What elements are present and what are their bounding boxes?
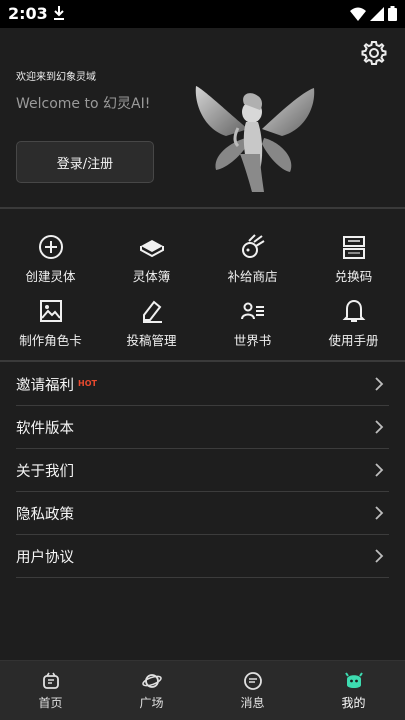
tab-label: 我的 [341, 696, 366, 710]
tab-label: 消息 [240, 696, 265, 710]
bell-icon [342, 299, 365, 322]
grid-item-world-book[interactable]: 世界书 [202, 292, 303, 352]
grid-item-make-character-card[interactable]: 制作角色卡 [0, 292, 101, 352]
chevron-right-icon [375, 377, 384, 391]
fairy-illustration [195, 86, 315, 192]
battery-icon [388, 6, 397, 21]
tab-home[interactable]: 首页 [0, 661, 101, 720]
menu-item-label: 用户协议 [16, 549, 74, 566]
grid-label: 制作角色卡 [19, 333, 82, 348]
menu-item-label: 隐私政策 [16, 506, 74, 523]
status-bar: 2:03 [0, 0, 405, 28]
settings-menu: 邀请福利 HOT 软件版本 关于我们 隐私政策 用户协议 [16, 363, 389, 578]
bottom-tab-bar: 首页 广场 消息 我的 [0, 660, 405, 720]
login-register-button[interactable]: 登录/注册 [16, 141, 154, 183]
profile-screen: 欢迎来到幻象灵域 Welcome to 幻灵AI! 登录/注册 创建灵体 灵体簿… [0, 28, 405, 720]
grid-label: 兑换码 [334, 269, 373, 284]
tab-square[interactable]: 广场 [101, 661, 202, 720]
menu-item-user-agreement[interactable]: 用户协议 [16, 535, 389, 578]
grid-label: 世界书 [233, 333, 272, 348]
grid-item-spirit-book[interactable]: 灵体簿 [101, 228, 202, 288]
edit-pen-icon [142, 300, 162, 323]
comet-icon [241, 234, 265, 258]
mine-face-icon [344, 672, 363, 688]
grid-item-supply-shop[interactable]: 补给商店 [202, 228, 303, 288]
book-stack-icon [139, 240, 164, 258]
menu-item-about-us[interactable]: 关于我们 [16, 449, 389, 492]
chevron-right-icon [375, 420, 384, 434]
grid-label: 补给商店 [227, 269, 278, 284]
planet-icon [141, 674, 162, 688]
message-icon [243, 672, 262, 690]
menu-item-label: 关于我们 [16, 463, 74, 480]
menu-item-label: 邀请福利 [16, 377, 74, 394]
tab-label: 首页 [38, 696, 63, 710]
status-time: 2:03 [8, 4, 48, 23]
section-divider [0, 207, 405, 209]
grid-label: 使用手册 [328, 333, 379, 348]
home-icon [42, 672, 59, 689]
plus-circle-icon [38, 235, 63, 259]
menu-item-privacy-policy[interactable]: 隐私政策 [16, 492, 389, 535]
chevron-right-icon [375, 463, 384, 477]
menu-item-invite-rewards[interactable]: 邀请福利 HOT [16, 363, 389, 406]
download-icon [54, 6, 64, 20]
wifi-icon [350, 7, 366, 21]
grid-item-submission-management[interactable]: 投稿管理 [101, 292, 202, 352]
gear-icon[interactable] [361, 40, 387, 66]
chevron-right-icon [375, 506, 384, 520]
grid-item-redeem-code[interactable]: 兑换码 [303, 228, 404, 288]
grid-item-create-spirit[interactable]: 创建灵体 [0, 228, 101, 288]
image-icon [39, 300, 62, 322]
grid-label: 投稿管理 [126, 333, 177, 348]
tab-mine[interactable]: 我的 [303, 661, 404, 720]
person-list-icon [240, 302, 264, 320]
section-divider [0, 360, 405, 362]
redeem-code-icon [342, 236, 365, 259]
welcome-subtitle: 欢迎来到幻象灵域 [16, 72, 96, 83]
chevron-right-icon [375, 549, 384, 563]
menu-item-label: 软件版本 [16, 420, 74, 437]
menu-item-software-version[interactable]: 软件版本 [16, 406, 389, 449]
hot-badge: HOT [78, 378, 97, 388]
status-icons [350, 6, 397, 21]
grid-label: 创建灵体 [25, 269, 76, 284]
grid-item-user-manual[interactable]: 使用手册 [303, 292, 404, 352]
grid-label: 灵体簿 [132, 269, 171, 284]
tab-label: 广场 [139, 696, 164, 710]
welcome-title: Welcome to 幻灵AI! [16, 96, 151, 112]
signal-icon [370, 6, 384, 21]
tab-messages[interactable]: 消息 [202, 661, 303, 720]
